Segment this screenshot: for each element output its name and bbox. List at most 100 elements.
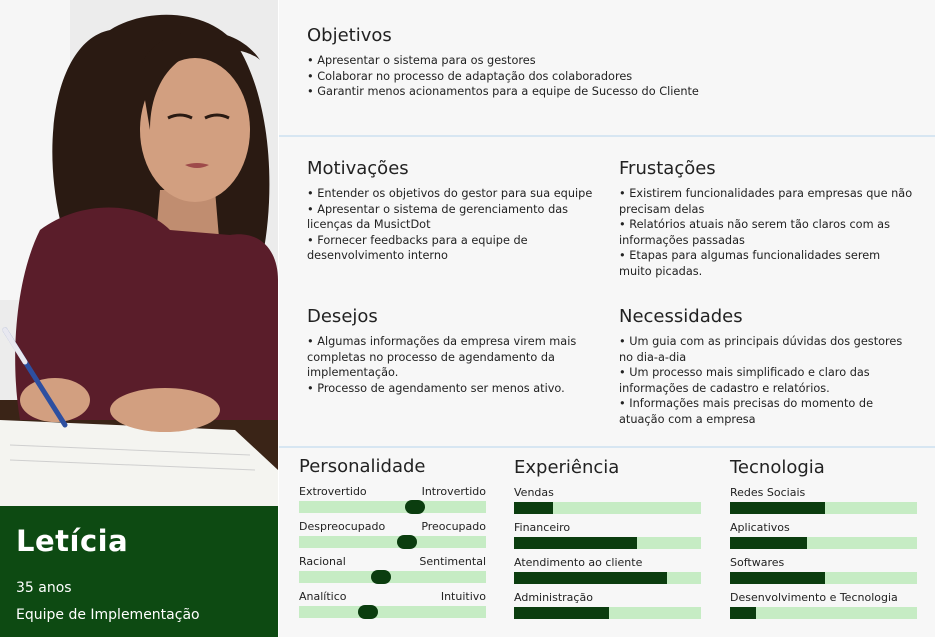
bar-track (730, 572, 917, 584)
bar-track (514, 502, 701, 514)
scale-right-label: Intuitivo (440, 590, 486, 603)
scale-knob (404, 500, 425, 514)
bar-label-row: Desenvolvimento e Tecnologia (730, 591, 917, 606)
bar-label-row: Redes Sociais (730, 486, 917, 501)
experience-bar: Administração (514, 591, 701, 626)
scale-left-label: Extrovertido (299, 485, 367, 498)
persona-photo (0, 0, 278, 506)
list-item: Relatórios atuais não serem tão claros c… (619, 217, 914, 248)
experience-bar: Financeiro (514, 521, 701, 556)
experience-bar: Vendas (514, 486, 701, 521)
section-title: Personalidade (299, 456, 426, 477)
persona-team: Equipe de Implementação (16, 607, 200, 623)
scale-knob (358, 605, 379, 619)
bar-track (730, 537, 917, 549)
list-item: Entender os objetivos do gestor para sua… (307, 186, 605, 202)
frustacoes-section: Frustações Existirem funcionalidades par… (619, 158, 914, 280)
tecnologia-section: Tecnologia Redes Sociais Aplicativos Softw… (730, 457, 917, 626)
list-item: Um guia com as principais dúvidas dos ge… (619, 334, 914, 365)
section-divider (279, 135, 935, 137)
bar-label: Aplicativos (730, 521, 790, 534)
bar-track (730, 607, 917, 619)
objetivos-list: Apresentar o sistema para os gestores Co… (307, 53, 907, 100)
bar-track (514, 572, 701, 584)
bar-label-row: Administração (514, 591, 701, 606)
section-title: Tecnologia (730, 457, 825, 478)
bar-track (514, 607, 701, 619)
section-title: Motivações (307, 158, 409, 179)
scale-labels: Racional Sentimental (299, 555, 486, 570)
bar-label-row: Vendas (514, 486, 701, 501)
scale-labels: Extrovertido Introvertido (299, 485, 486, 500)
bar-label: Administração (514, 591, 593, 604)
section-title: Objetivos (307, 25, 392, 46)
persona-age: 35 anos (16, 580, 72, 596)
list-item: Garantir menos acionamentos para a equip… (307, 84, 907, 100)
bar-fill (514, 607, 610, 619)
section-title: Desejos (307, 306, 378, 327)
list-item: Etapas para algumas funcionalidades sere… (619, 248, 914, 279)
section-divider (279, 446, 935, 448)
bar-track (514, 537, 701, 549)
section-title: Necessidades (619, 306, 743, 327)
personality-scale: Analítico Intuitivo (299, 590, 486, 625)
scale-left-label: Despreocupado (299, 520, 386, 533)
list-item: Apresentar o sistema de gerenciamento da… (307, 202, 605, 233)
bar-label: Financeiro (514, 521, 571, 534)
scale-track (299, 500, 486, 514)
frustacoes-list: Existirem funcionalidades para empresas … (619, 186, 914, 280)
scale-track (299, 570, 486, 584)
scale-labels: Despreocupado Preocupado (299, 520, 486, 535)
bar-label: Atendimento ao cliente (514, 556, 643, 569)
scale-right-label: Introvertido (421, 485, 486, 498)
list-item: Algumas informações da empresa virem mai… (307, 334, 592, 381)
list-item: Um processo mais simplificado e claro da… (619, 365, 914, 396)
bar-fill (730, 502, 826, 514)
scale-labels: Analítico Intuitivo (299, 590, 486, 605)
scale-knob (371, 570, 392, 584)
bar-fill (730, 537, 807, 549)
scale-knob (397, 535, 418, 549)
list-item: Apresentar o sistema para os gestores (307, 53, 907, 69)
persona-name: Letícia (16, 524, 129, 558)
desejos-section: Desejos Algumas informações da empresa v… (307, 306, 592, 396)
motivacoes-section: Motivações Entender os objetivos do gest… (307, 158, 605, 264)
section-title: Frustações (619, 158, 716, 179)
scale-track (299, 605, 486, 619)
bar-label-row: Financeiro (514, 521, 701, 536)
bar-fill (514, 502, 554, 514)
bar-label: Softwares (730, 556, 785, 569)
bar-label: Redes Sociais (730, 486, 806, 499)
bar-fill (730, 607, 757, 619)
motivacoes-list: Entender os objetivos do gestor para sua… (307, 186, 605, 264)
bar-fill (514, 572, 668, 584)
scale-right-label: Preocupado (421, 520, 486, 533)
persona-identity: Letícia 35 anos Equipe de Implementação (0, 506, 278, 637)
list-item: Processo de agendamento ser menos ativo. (307, 381, 592, 397)
list-item: Fornecer feedbacks para a equipe de dese… (307, 233, 605, 264)
bar-fill (514, 537, 638, 549)
list-item: Colaborar no processo de adaptação dos c… (307, 69, 907, 85)
bar-label-row: Atendimento ao cliente (514, 556, 701, 571)
scale-track (299, 535, 486, 549)
list-item: Existirem funcionalidades para empresas … (619, 186, 914, 217)
necessidades-section: Necessidades Um guia com as principais d… (619, 306, 914, 428)
scale-right-label: Sentimental (419, 555, 486, 568)
personality-scale: Extrovertido Introvertido (299, 485, 486, 520)
scale-left-label: Racional (299, 555, 346, 568)
bar-label-row: Softwares (730, 556, 917, 571)
bar-fill (730, 572, 826, 584)
personality-scale: Despreocupado Preocupado (299, 520, 486, 555)
technology-bar: Redes Sociais (730, 486, 917, 521)
technology-bar: Aplicativos (730, 521, 917, 556)
bar-label-row: Aplicativos (730, 521, 917, 536)
personality-scale: Racional Sentimental (299, 555, 486, 590)
experiencia-section: Experiência Vendas Financeiro Atendimento … (514, 457, 701, 626)
experience-bar: Atendimento ao cliente (514, 556, 701, 591)
necessidades-list: Um guia com as principais dúvidas dos ge… (619, 334, 914, 428)
technology-bar: Desenvolvimento e Tecnologia (730, 591, 917, 626)
technology-bar: Softwares (730, 556, 917, 591)
scale-left-label: Analítico (299, 590, 347, 603)
objetivos-section: Objetivos Apresentar o sistema para os g… (307, 25, 907, 100)
section-title: Experiência (514, 457, 620, 478)
